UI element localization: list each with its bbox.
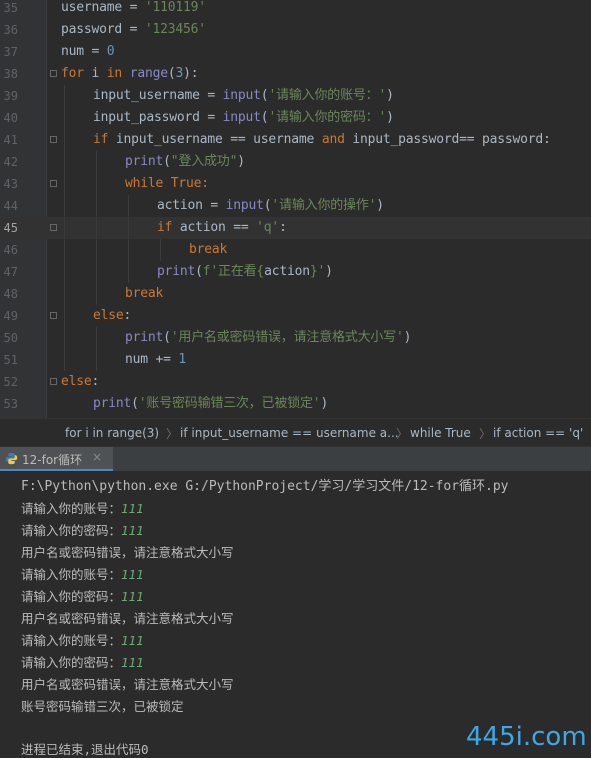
chevron-right-icon: 〉 <box>396 427 409 441</box>
line-number: 51 <box>3 353 18 367</box>
console-line: 请输入你的账号：111 <box>21 633 144 648</box>
console-line: 用户名或密码错误，请注意格式大小写 <box>21 611 234 626</box>
console-command-line: F:\Python\python.exe G:/PythonProject/学习… <box>21 479 509 494</box>
line-number: 36 <box>3 23 18 37</box>
console-line: 请输入你的密码：111 <box>21 655 144 670</box>
breadcrumb: for i in range(3) 〉 if input_username ==… <box>0 418 591 447</box>
code-text: print('账号密码输错三次，已被锁定') <box>93 396 329 411</box>
python-icon <box>5 452 18 465</box>
line-number: 40 <box>3 111 18 125</box>
code-text: else: <box>61 374 100 389</box>
chevron-right-icon: 〉 <box>166 427 179 441</box>
indent-guide <box>128 195 129 283</box>
code-line[interactable]: 49 else: <box>0 305 591 327</box>
code-text: password = '123456' <box>61 22 206 37</box>
line-number: 50 <box>3 331 18 345</box>
code-line-current[interactable]: 45 if action == 'q': <box>0 217 591 239</box>
code-text: break <box>125 286 164 301</box>
line-number: 37 <box>3 45 18 59</box>
console-line: 账号密码输错三次，已被锁定 <box>21 699 184 714</box>
breadcrumb-item[interactable]: for i in range(3) <box>65 426 159 440</box>
code-line[interactable]: 48 break <box>0 283 591 305</box>
console-line: 用户名或密码错误，请注意格式大小写 <box>21 545 234 560</box>
code-text: num += 1 <box>125 352 187 367</box>
fold-marker-icon[interactable] <box>50 136 57 143</box>
breadcrumb-item[interactable]: if action == 'q' <box>493 426 583 440</box>
code-line[interactable]: 40 input_password = input('请输入你的密码：') <box>0 107 591 129</box>
code-line[interactable]: 52 else: <box>0 371 591 393</box>
code-text: action = input('请输入你的操作') <box>157 198 384 213</box>
fold-marker-icon[interactable] <box>50 180 57 187</box>
indent-guide <box>64 85 65 371</box>
line-number: 45 <box>3 221 18 235</box>
console-line: 请输入你的账号：111 <box>21 567 144 582</box>
code-editor[interactable]: 35 username = '110119' 36 password = '12… <box>0 0 591 418</box>
code-line[interactable]: 46 break <box>0 239 591 261</box>
console-line: 请输入你的密码：111 <box>21 589 144 604</box>
chevron-right-icon: 〉 <box>479 427 492 441</box>
breadcrumb-item[interactable]: while True <box>410 426 471 440</box>
line-number: 42 <box>3 155 18 169</box>
line-number: 53 <box>3 397 18 411</box>
code-line[interactable]: 39 input_username = input('请输入你的账号：') <box>0 85 591 107</box>
indent-guide <box>160 239 161 261</box>
code-text: if input_username == username and input_… <box>93 132 551 147</box>
code-line[interactable]: 41 if input_username == username and inp… <box>0 129 591 151</box>
line-number: 48 <box>3 287 18 301</box>
line-number: 52 <box>3 375 18 389</box>
code-line[interactable]: 50 print('用户名或密码错误，请注意格式大小写') <box>0 327 591 349</box>
code-line[interactable]: 53 print('账号密码输错三次，已被锁定') <box>0 393 591 415</box>
run-tab[interactable]: 12-for循环 × <box>0 447 113 471</box>
code-text: input_username = input('请输入你的账号：') <box>93 88 394 103</box>
code-line[interactable]: 38 for i in range(3): <box>0 63 591 85</box>
fold-marker-icon[interactable] <box>50 312 57 319</box>
code-text: while True: <box>125 176 209 191</box>
line-number: 46 <box>3 243 18 257</box>
code-line[interactable]: 36 password = '123456' <box>0 19 591 41</box>
run-tab-bar: 12-for循环 × <box>0 446 591 472</box>
console-line: 请输入你的密码：111 <box>21 523 144 538</box>
breadcrumb-item[interactable]: if input_username == username a... <box>180 426 399 440</box>
code-line[interactable]: 47 print(f'正在看{action}') <box>0 261 591 283</box>
line-number: 47 <box>3 265 18 279</box>
code-line[interactable]: 43 while True: <box>0 173 591 195</box>
line-number: 49 <box>3 309 18 323</box>
code-text: if action == 'q': <box>157 220 287 235</box>
code-text: print(f'正在看{action}') <box>157 264 333 279</box>
console-line: 请输入你的账号：111 <box>21 501 144 516</box>
line-number: 39 <box>3 89 18 103</box>
indent-guide <box>96 327 97 371</box>
line-number: 35 <box>3 1 18 15</box>
fold-marker-icon[interactable] <box>50 224 57 231</box>
line-number: 38 <box>3 67 18 81</box>
console-line: 用户名或密码错误，请注意格式大小写 <box>21 677 234 692</box>
fold-marker-icon[interactable] <box>50 70 57 77</box>
run-tab-label: 12-for循环 <box>22 453 83 467</box>
code-text: num = 0 <box>61 44 115 59</box>
console-exit-message: 进程已结束,退出代码0 <box>21 742 149 757</box>
code-text: print('用户名或密码错误，请注意格式大小写') <box>125 330 412 345</box>
code-text: else: <box>93 308 132 323</box>
line-number: 44 <box>3 199 18 213</box>
code-line[interactable]: 44 action = input('请输入你的操作') <box>0 195 591 217</box>
line-number: 41 <box>3 133 18 147</box>
code-line[interactable]: 37 num = 0 <box>0 41 591 63</box>
watermark-logo: 445i.com <box>466 722 587 752</box>
code-text: break <box>189 242 228 257</box>
run-console[interactable]: F:\Python\python.exe G:/PythonProject/学习… <box>0 471 591 757</box>
line-number: 43 <box>3 177 18 191</box>
code-text: input_password = input('请输入你的密码：') <box>93 110 394 125</box>
indent-guide <box>96 151 97 305</box>
code-text: username = '110119' <box>61 0 206 15</box>
fold-marker-icon[interactable] <box>50 378 57 385</box>
code-text: for i in range(3): <box>61 66 199 81</box>
close-icon[interactable]: × <box>92 450 102 464</box>
code-line[interactable]: 35 username = '110119' <box>0 0 591 19</box>
code-line[interactable]: 51 num += 1 <box>0 349 591 371</box>
code-text: print("登入成功") <box>125 154 245 169</box>
code-line[interactable]: 42 print("登入成功") <box>0 151 591 173</box>
